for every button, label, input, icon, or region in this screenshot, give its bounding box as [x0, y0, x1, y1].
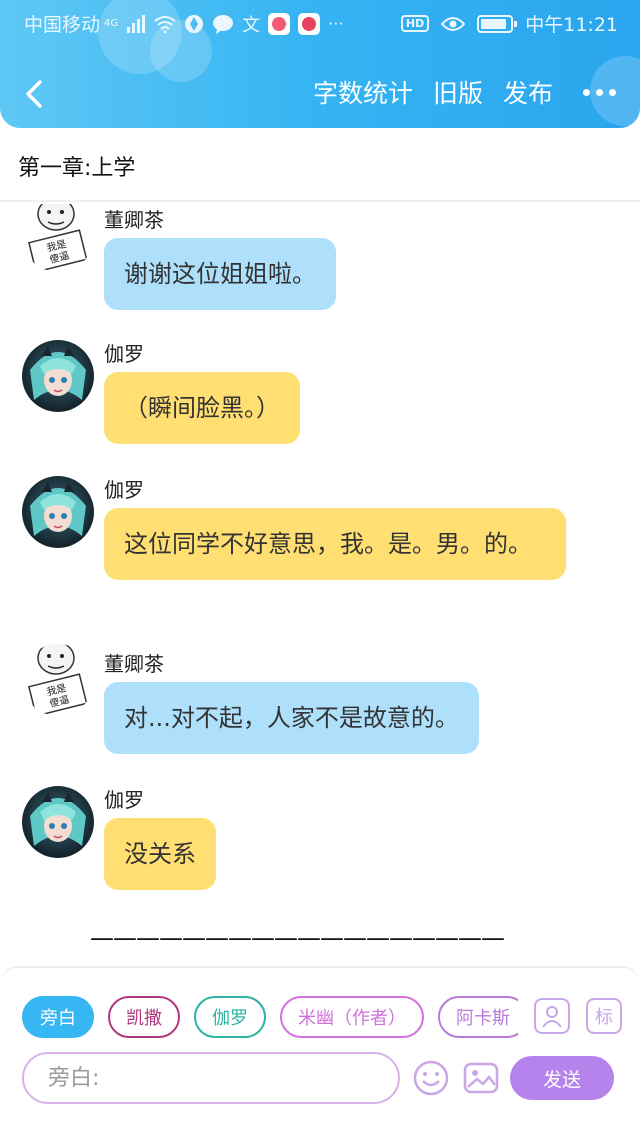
- character-selector[interactable]: 旁白 凯撒 伽罗 米幽（作者） 阿卡斯: [22, 996, 518, 1040]
- back-button[interactable]: [16, 74, 56, 114]
- sender-name: 董卿茶: [104, 652, 164, 676]
- wifi-icon: [154, 15, 176, 33]
- nav-bar: 字数统计 旧版 发布: [0, 60, 640, 126]
- character-chip[interactable]: 米幽（作者）: [280, 996, 424, 1038]
- top-header: 中国移动 4G 文 ··· HD 中午11:21 字数统计 旧版 发布: [0, 0, 640, 128]
- message-bubble[interactable]: （瞬间脸黑。）: [104, 372, 300, 444]
- old-version-button[interactable]: 旧版: [433, 74, 483, 110]
- composer-row: 发送: [22, 1052, 622, 1104]
- network-type: 4G: [104, 18, 119, 29]
- chat-message[interactable]: 伽罗 （瞬间脸黑。）: [22, 340, 622, 450]
- sender-name: 伽罗: [104, 342, 144, 366]
- character-chip[interactable]: 阿卡斯: [438, 996, 518, 1038]
- emoji-button[interactable]: [412, 1059, 450, 1097]
- message-notification-icon: [212, 14, 234, 34]
- hd-badge: HD: [400, 15, 430, 32]
- character-chip[interactable]: 旁白: [22, 996, 94, 1038]
- chevron-left-icon: [26, 80, 42, 108]
- sender-name: 伽罗: [104, 478, 144, 502]
- message-bubble[interactable]: 对...对不起，人家不是故意的。: [104, 682, 479, 754]
- more-options-icon[interactable]: [583, 88, 616, 96]
- anime-girl-avatar[interactable]: [22, 476, 94, 548]
- character-chip[interactable]: 凯撒: [108, 996, 180, 1038]
- chat-message[interactable]: 伽罗 这位同学不好意思，我。是。男。的。: [22, 476, 622, 626]
- mark-button[interactable]: 标: [586, 998, 622, 1034]
- message-bubble[interactable]: 谢谢这位姐姐啦。: [104, 238, 336, 310]
- chat-message[interactable]: 伽罗 没关系: [22, 786, 622, 896]
- message-input[interactable]: [22, 1052, 400, 1104]
- chat-message[interactable]: 我是 傻逼 董卿茶 谢谢这位姐姐啦。: [22, 204, 622, 316]
- app-notification-icon: [184, 14, 204, 34]
- anime-girl-avatar[interactable]: [22, 786, 94, 858]
- image-icon: [463, 1062, 499, 1094]
- section-divider: ——————————————————: [90, 924, 505, 944]
- carrier-label: 中国移动: [24, 14, 101, 36]
- translate-notification-icon: 文: [242, 14, 261, 36]
- character-manage-button[interactable]: [534, 998, 570, 1034]
- meme-avatar[interactable]: 我是 傻逼: [22, 644, 94, 716]
- meme-avatar[interactable]: 我是 傻逼: [22, 204, 94, 272]
- composer-panel: 旁白 凯撒 伽罗 米幽（作者） 阿卡斯 标 发送: [0, 966, 640, 1138]
- chat-list[interactable]: 我是 傻逼 董卿茶 谢谢这位姐姐啦。 伽罗 （瞬间脸黑。） 伽罗 这位同学不好意…: [0, 204, 640, 964]
- image-button[interactable]: [462, 1059, 500, 1097]
- more-notifications-icon: ···: [328, 14, 344, 33]
- smiley-icon: [413, 1060, 449, 1096]
- app-notification-icon: [298, 12, 321, 35]
- sender-name: 董卿茶: [104, 208, 164, 232]
- message-bubble[interactable]: 没关系: [104, 818, 216, 890]
- battery-icon: [477, 14, 518, 33]
- publish-button[interactable]: 发布: [503, 74, 553, 110]
- anime-girl-avatar[interactable]: [22, 340, 94, 412]
- character-chip[interactable]: 伽罗: [194, 996, 266, 1038]
- word-count-button[interactable]: 字数统计: [313, 74, 413, 110]
- chapter-title[interactable]: 第一章:上学: [18, 150, 135, 182]
- status-bar: 中国移动 4G 文 ··· HD 中午11:21: [0, 0, 640, 44]
- send-button[interactable]: 发送: [510, 1056, 614, 1100]
- sender-name: 伽罗: [104, 788, 144, 812]
- chat-message[interactable]: 我是 傻逼 董卿茶 对...对不起，人家不是故意的。: [22, 644, 622, 760]
- eye-icon: [441, 16, 466, 32]
- chapter-header: 第一章:上学: [0, 128, 640, 202]
- clock: 中午11:21: [525, 14, 618, 36]
- signal-icon: [126, 14, 146, 33]
- app-notification-icon: [268, 12, 291, 35]
- person-icon: [542, 1006, 562, 1028]
- message-bubble[interactable]: 这位同学不好意思，我。是。男。的。: [104, 508, 566, 580]
